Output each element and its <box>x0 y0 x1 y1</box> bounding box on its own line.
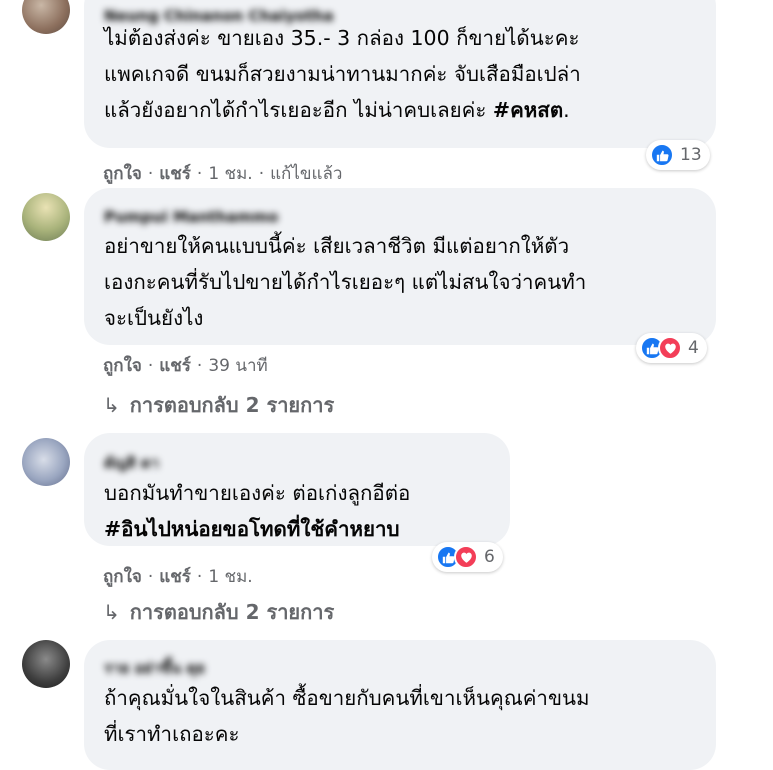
hashtag-link[interactable]: #คหสต <box>493 98 563 122</box>
share-button[interactable]: แชร์ <box>159 567 191 587</box>
text-segment: อย่าขายให้คนแบบนี้ค่ะ เสียเวลาชีวิต มีแต… <box>104 234 570 258</box>
text-segment: เองกะคนที่รับไปขายได้กำไรเยอะๆ แต่ไม่สนใ… <box>104 270 587 294</box>
comment-timestamp[interactable]: 39 นาที <box>208 356 267 376</box>
replies-label: การตอบกลับ 2 รายการ <box>129 393 335 417</box>
edited-label[interactable]: แก้ไขแล้ว <box>270 164 342 184</box>
text-segment: บอกมันทำขายเองค่ะ ต่อเก่งลูกอีต่อ <box>104 481 411 505</box>
avatar[interactable] <box>22 193 70 241</box>
avatar[interactable] <box>22 438 70 486</box>
reaction-summary[interactable]: 13 <box>646 140 710 170</box>
separator: · <box>258 164 265 184</box>
separator: · <box>196 356 203 376</box>
reaction-count: 6 <box>484 547 495 567</box>
comment-timestamp[interactable]: 1 ชม. <box>208 164 252 184</box>
comment-text-line: เองกะคนที่รับไปขายได้กำไรเยอะๆ แต่ไม่สนใ… <box>104 264 586 300</box>
reaction-count: 13 <box>680 145 702 165</box>
view-replies-link[interactable]: ↳ การตอบกลับ 2 รายการ <box>103 389 334 421</box>
comment-actions: ถูกใจ · แชร์ · 1 ชม. <box>103 563 253 590</box>
comment-text-line: ถ้าคุณมั่นใจในสินค้า ซื้อขายกับคนที่เขาเ… <box>104 680 589 716</box>
like-button[interactable]: ถูกใจ <box>103 567 142 587</box>
text-segment: ไม่ต้องส่งค่ะ ขายเอง 35.- 3 กล่อง 100 ก็… <box>104 26 580 50</box>
comment-bubble: ราย อย่าขึ้น ดุย ถ้าคุณมั่นใจในสินค้า ซื… <box>84 640 716 770</box>
text-segment: แพคเกจดี ขนมก็สวยงามน่าทานมากค่ะ จับเสือ… <box>104 62 581 86</box>
text-segment: ที่เราทำเถอะคะ <box>104 722 240 746</box>
comment-text: ถ้าคุณมั่นใจในสินค้า ซื้อขายกับคนที่เขาเ… <box>104 680 589 752</box>
like-button[interactable]: ถูกใจ <box>103 356 142 376</box>
reaction-summary[interactable]: 6 <box>432 542 503 572</box>
like-icon <box>650 143 674 167</box>
comment-text-line: บอกมันทำขายเองค่ะ ต่อเก่งลูกอีต่อ <box>104 475 410 511</box>
view-replies-link[interactable]: ↳ การตอบกลับ 2 รายการ <box>103 596 334 628</box>
love-icon <box>454 545 478 569</box>
like-button[interactable]: ถูกใจ <box>103 164 142 184</box>
comment-text-line: ไม่ต้องส่งค่ะ ขายเอง 35.- 3 กล่อง 100 ก็… <box>104 20 581 56</box>
comment-actions: ถูกใจ · แชร์ · 39 นาที <box>103 352 268 379</box>
replies-label: การตอบกลับ 2 รายการ <box>129 600 335 624</box>
separator: · <box>147 356 154 376</box>
separator: · <box>196 164 203 184</box>
comment-text-line: แพคเกจดี ขนมก็สวยงามน่าทานมากค่ะ จับเสือ… <box>104 56 581 92</box>
comment-author[interactable]: Pumpui Manthammo <box>104 208 278 226</box>
text-segment: แล้วยังอยากได้กำไรเยอะอีก ไม่น่าคบเลยค่ะ <box>104 98 493 122</box>
comment-text-line: จะเป็นยังไง <box>104 300 586 336</box>
comment-author[interactable]: ราย อย่าขึ้น ดุย <box>104 656 205 680</box>
reaction-summary[interactable]: 4 <box>636 333 707 363</box>
text-segment: . <box>563 98 570 122</box>
comment-text: อย่าขายให้คนแบบนี้ค่ะ เสียเวลาชีวิต มีแต… <box>104 228 586 336</box>
avatar[interactable] <box>22 0 70 34</box>
separator: · <box>147 567 154 587</box>
share-button[interactable]: แชร์ <box>159 164 191 184</box>
reply-arrow-icon: ↳ <box>103 393 120 417</box>
separator: · <box>147 164 154 184</box>
text-segment: ถ้าคุณมั่นใจในสินค้า ซื้อขายกับคนที่เขาเ… <box>104 686 590 710</box>
share-button[interactable]: แชร์ <box>159 356 191 376</box>
comment-text-line: ที่เราทำเถอะคะ <box>104 716 589 752</box>
reply-arrow-icon: ↳ <box>103 600 120 624</box>
separator: · <box>196 567 203 587</box>
comment-actions: ถูกใจ · แชร์ · 1 ชม. · แก้ไขแล้ว <box>103 160 342 187</box>
comment-text: บอกมันทำขายเองค่ะ ต่อเก่งลูกอีต่อ #อินไปห… <box>104 475 410 547</box>
comment-text-line: อย่าขายให้คนแบบนี้ค่ะ เสียเวลาชีวิต มีแต… <box>104 228 586 264</box>
comment-text: ไม่ต้องส่งค่ะ ขายเอง 35.- 3 กล่อง 100 ก็… <box>104 20 581 128</box>
reaction-count: 4 <box>688 338 699 358</box>
comment-text-line: #อินไปหน่อยขอโทดที่ใช้คำหยาบ <box>104 511 410 547</box>
love-icon <box>658 336 682 360</box>
comment-text-line: แล้วยังอยากได้กำไรเยอะอีก ไม่น่าคบเลยค่ะ… <box>104 92 581 128</box>
text-segment: จะเป็นยังไง <box>104 306 204 330</box>
comment-bubble: Neung Chinanon Chaiyotha ไม่ต้องส่งค่ะ ข… <box>84 0 716 148</box>
hashtag-link[interactable]: #อินไปหน่อยขอโทดที่ใช้คำหยาบ <box>104 517 400 541</box>
comment-author[interactable]: ดัญสิ ดา <box>104 451 159 475</box>
avatar[interactable] <box>22 640 70 688</box>
comment-bubble: Pumpui Manthammo อย่าขายให้คนแบบนี้ค่ะ เ… <box>84 188 716 345</box>
comment-timestamp[interactable]: 1 ชม. <box>208 567 252 587</box>
comment-bubble: ดัญสิ ดา บอกมันทำขายเองค่ะ ต่อเก่งลูกอีต… <box>84 433 510 546</box>
